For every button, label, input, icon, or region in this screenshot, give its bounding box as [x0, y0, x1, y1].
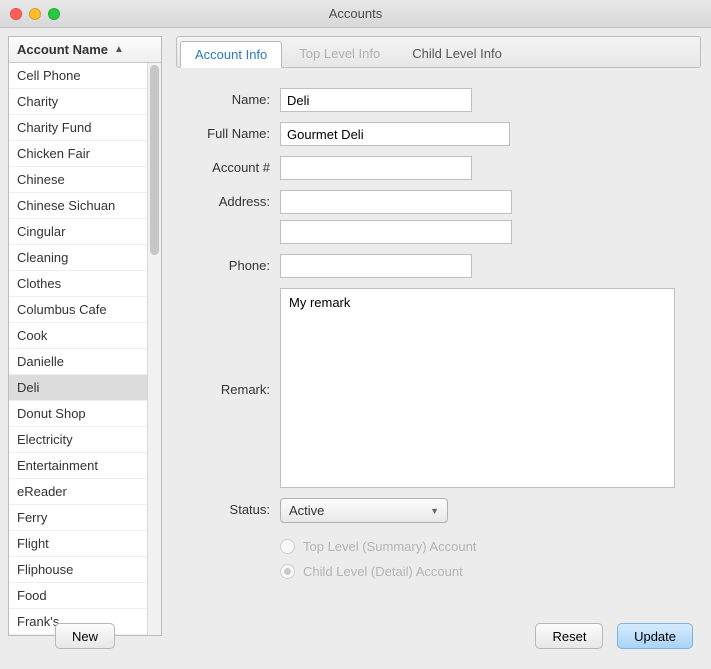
list-item[interactable]: Flight [9, 531, 147, 557]
list-item[interactable]: eReader [9, 479, 147, 505]
list-item[interactable]: Columbus Cafe [9, 297, 147, 323]
chevron-down-icon: ▼ [430, 506, 439, 516]
scrollbar[interactable] [147, 63, 161, 635]
sort-asc-icon: ▲ [114, 44, 124, 55]
account-list-panel: Account Name ▲ Cell PhoneCharityCharity … [8, 36, 162, 613]
account-list-header-label: Account Name [17, 42, 108, 57]
scrollbar-thumb[interactable] [150, 65, 159, 255]
label-address: Address: [184, 190, 280, 209]
list-item[interactable]: Cell Phone [9, 63, 147, 89]
label-fullname: Full Name: [184, 122, 280, 141]
list-item[interactable]: Charity [9, 89, 147, 115]
list-item[interactable]: Fliphouse [9, 557, 147, 583]
radio-icon [280, 564, 295, 579]
label-phone: Phone: [184, 254, 280, 273]
list-item[interactable]: Danielle [9, 349, 147, 375]
radio-child-level: Child Level (Detail) Account [280, 564, 693, 579]
window-title: Accounts [0, 6, 711, 21]
address-line1-input[interactable] [280, 190, 512, 214]
new-button[interactable]: New [55, 623, 115, 649]
tab-child-level-info[interactable]: Child Level Info [397, 40, 517, 67]
list-item[interactable]: Ferry [9, 505, 147, 531]
reset-button[interactable]: Reset [535, 623, 603, 649]
radio-child-label: Child Level (Detail) Account [303, 564, 463, 579]
list-item[interactable]: Charity Fund [9, 115, 147, 141]
list-item[interactable]: Donut Shop [9, 401, 147, 427]
account-list-header[interactable]: Account Name ▲ [8, 36, 162, 63]
list-item[interactable]: Clothes [9, 271, 147, 297]
account-info-form: Name: Full Name: Account # Address: Phon… [176, 68, 701, 599]
tab-top-level-info: Top Level Info [284, 40, 395, 67]
list-item[interactable]: Chicken Fair [9, 141, 147, 167]
titlebar: Accounts [0, 0, 711, 28]
radio-icon [280, 539, 295, 554]
list-item[interactable]: Entertainment [9, 453, 147, 479]
account-list: Cell PhoneCharityCharity FundChicken Fai… [9, 63, 147, 635]
remark-textarea[interactable] [280, 288, 675, 488]
label-status: Status: [184, 498, 280, 517]
list-item[interactable]: Chinese Sichuan [9, 193, 147, 219]
label-remark: Remark: [184, 288, 280, 397]
label-name: Name: [184, 88, 280, 107]
list-item[interactable]: Chinese [9, 167, 147, 193]
name-input[interactable] [280, 88, 472, 112]
update-button[interactable]: Update [617, 623, 693, 649]
tab-bar: Account InfoTop Level InfoChild Level In… [176, 36, 701, 68]
fullname-input[interactable] [280, 122, 510, 146]
account-number-input[interactable] [280, 156, 472, 180]
list-item[interactable]: Electricity [9, 427, 147, 453]
address-line2-input[interactable] [280, 220, 512, 244]
list-item[interactable]: Food [9, 583, 147, 609]
tab-account-info[interactable]: Account Info [180, 41, 282, 68]
radio-top-level: Top Level (Summary) Account [280, 539, 693, 554]
list-item[interactable]: Cook [9, 323, 147, 349]
status-select[interactable]: Active ▼ [280, 498, 448, 523]
phone-input[interactable] [280, 254, 472, 278]
radio-top-label: Top Level (Summary) Account [303, 539, 476, 554]
list-item[interactable]: Cleaning [9, 245, 147, 271]
status-select-value: Active [289, 503, 324, 518]
list-item[interactable]: Deli [9, 375, 147, 401]
label-account: Account # [184, 156, 280, 175]
list-item[interactable]: Cingular [9, 219, 147, 245]
